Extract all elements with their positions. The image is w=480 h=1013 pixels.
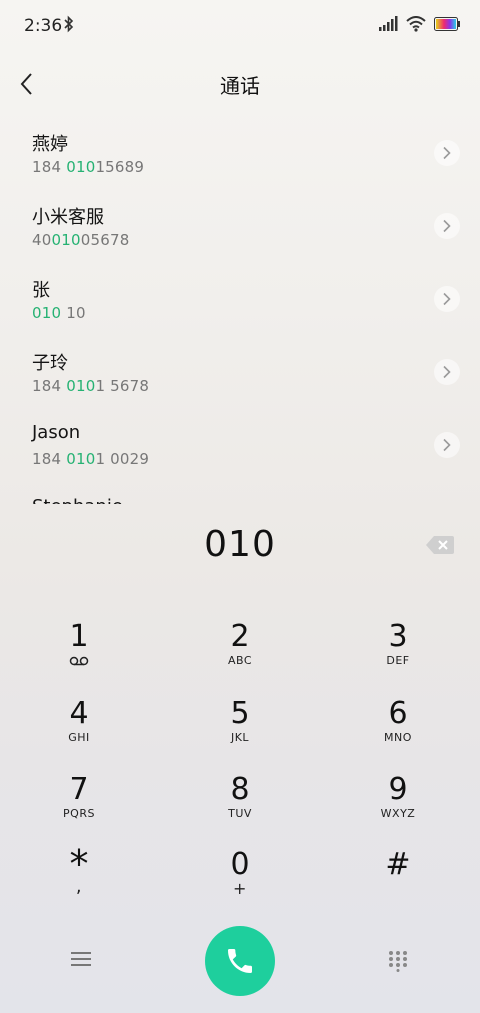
key-1[interactable]: 1: [24, 620, 134, 690]
contact-name: 子玲: [32, 353, 68, 374]
status-bar: 2:36: [0, 0, 480, 52]
key-9[interactable]: 9 WXYZ: [343, 773, 453, 843]
contact-name: Jason: [32, 422, 81, 443]
contact-name: 小米客服: [32, 207, 104, 228]
key-7[interactable]: 7 PQRS: [24, 773, 134, 843]
key-5[interactable]: 5 JKL: [185, 697, 295, 767]
page-title: 通话: [220, 74, 260, 98]
contact-item[interactable]: Jason 184 0101 0029: [0, 410, 480, 483]
key-6[interactable]: 6 MNO: [343, 697, 453, 767]
call-button[interactable]: [205, 926, 275, 996]
key-star[interactable]: * ,: [24, 845, 134, 918]
contact-number: 184 0101 0029: [32, 450, 150, 468]
contact-number: 4001005678: [32, 231, 130, 249]
contact-number: 184 0101 5678: [32, 377, 150, 395]
key-hash[interactable]: #: [343, 848, 453, 918]
header: 通话: [0, 58, 480, 110]
contact-item[interactable]: 燕婷 184 01015689: [0, 118, 480, 191]
dialed-number: 010: [204, 524, 276, 565]
menu-icon[interactable]: [70, 950, 92, 968]
contact-item[interactable]: 子玲 184 0101 5678: [0, 337, 480, 410]
chevron-right-icon[interactable]: [434, 359, 460, 385]
chevron-right-icon[interactable]: [434, 286, 460, 312]
key-3[interactable]: 3 DEF: [343, 620, 453, 690]
contact-results-list[interactable]: 燕婷 184 01015689 小米客服 4001005678 张 010 10…: [0, 118, 480, 504]
phone-icon: [228, 949, 252, 973]
contact-number: 184 01015689: [32, 158, 145, 176]
contact-item[interactable]: 张 010 10: [0, 264, 480, 337]
contact-name: 燕婷: [32, 134, 68, 155]
status-time: 2:36: [24, 16, 63, 36]
contact-number: 010 10: [32, 304, 86, 322]
bluetooth-icon: [64, 15, 74, 33]
bottom-bar: [0, 920, 480, 1000]
contact-name: 张: [32, 280, 50, 301]
key-4[interactable]: 4 GHI: [24, 697, 134, 767]
voicemail-icon: [69, 656, 89, 666]
key-8[interactable]: 8 TUV: [185, 773, 295, 843]
chevron-right-icon[interactable]: [434, 432, 460, 458]
contact-name-partial: Stephanie: [32, 496, 123, 504]
key-0[interactable]: 0 +: [185, 848, 295, 918]
key-2[interactable]: 2 ABC: [185, 620, 295, 690]
contact-item[interactable]: 小米客服 4001005678: [0, 191, 480, 264]
chevron-right-icon[interactable]: [434, 213, 460, 239]
signal-icon: [379, 16, 398, 31]
dialpad-icon[interactable]: [388, 950, 408, 972]
battery-icon: [434, 17, 460, 31]
wifi-icon: [406, 16, 426, 32]
backspace-icon[interactable]: [425, 534, 455, 556]
chevron-right-icon[interactable]: [434, 140, 460, 166]
